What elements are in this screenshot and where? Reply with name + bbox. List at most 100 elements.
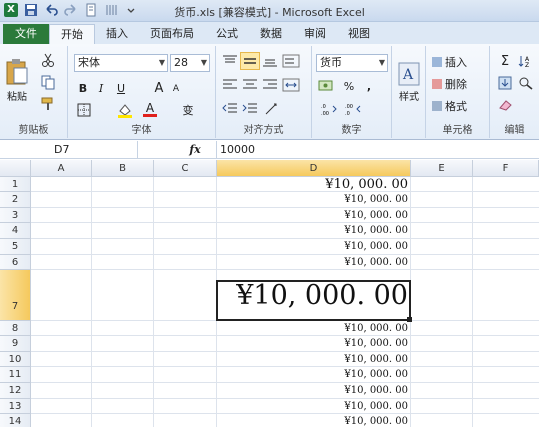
- merge-center-icon[interactable]: [282, 78, 300, 92]
- name-box[interactable]: D7: [0, 141, 138, 159]
- find-select-icon[interactable]: [518, 76, 534, 90]
- fill-color-icon[interactable]: [116, 102, 134, 118]
- row-header-10[interactable]: 10: [0, 352, 31, 367]
- number-format-select[interactable]: 货币 ▼: [316, 54, 388, 72]
- row-header-5[interactable]: 5: [0, 239, 31, 255]
- cut-icon[interactable]: [40, 52, 56, 68]
- increase-decimal-icon[interactable]: .0.00: [320, 102, 340, 116]
- format-cells-button[interactable]: 格式: [432, 98, 488, 114]
- align-right-icon[interactable]: [262, 78, 278, 92]
- tab-file[interactable]: 文件: [3, 24, 49, 44]
- row-header-2[interactable]: 2: [0, 192, 31, 208]
- formula-input[interactable]: 10000: [216, 141, 539, 159]
- underline-button[interactable]: U: [114, 80, 128, 96]
- column-header-d[interactable]: D: [217, 160, 411, 177]
- cell-d3[interactable]: ¥10, 000. 00: [217, 208, 411, 223]
- font-name-select[interactable]: 宋体 ▼: [74, 54, 168, 72]
- phonetic-button[interactable]: 变: [180, 102, 196, 118]
- clipboard-group: 粘贴 剪贴板: [0, 46, 68, 138]
- percent-button[interactable]: %: [342, 78, 356, 94]
- row-header-1[interactable]: 1: [0, 177, 31, 192]
- tab-home[interactable]: 开始: [49, 24, 95, 44]
- format-painter-icon[interactable]: [40, 96, 56, 112]
- row-header-6[interactable]: 6: [0, 255, 31, 270]
- active-cell-border: [216, 280, 411, 321]
- tab-insert[interactable]: 插入: [95, 24, 139, 44]
- copy-icon[interactable]: [40, 74, 56, 90]
- font-color-swatch: [143, 113, 157, 117]
- fill-handle[interactable]: [407, 317, 412, 322]
- clear-icon[interactable]: [498, 98, 514, 112]
- align-bottom-icon[interactable]: [262, 54, 278, 68]
- styles-button[interactable]: A 样式: [394, 52, 424, 112]
- tab-review[interactable]: 审阅: [293, 24, 337, 44]
- column-header-b[interactable]: B: [92, 160, 154, 177]
- select-all-corner[interactable]: [0, 160, 31, 177]
- row-header-3[interactable]: 3: [0, 208, 31, 223]
- cell-d9[interactable]: ¥10, 000. 00: [217, 336, 411, 352]
- row-header-14[interactable]: 14: [0, 414, 31, 427]
- fill-icon[interactable]: [498, 76, 514, 90]
- insert-cells-button[interactable]: 插入: [432, 54, 488, 70]
- italic-button[interactable]: I: [94, 80, 108, 96]
- cell-d1[interactable]: ¥10, 000. 00: [217, 177, 411, 192]
- row-header-13[interactable]: 13: [0, 399, 31, 414]
- align-middle-button[interactable]: [240, 52, 260, 70]
- decrease-decimal-icon[interactable]: .00.0: [344, 102, 364, 116]
- tab-formulas[interactable]: 公式: [205, 24, 249, 44]
- sort-filter-icon[interactable]: AZ: [518, 54, 534, 68]
- grow-font-button[interactable]: A: [152, 80, 166, 96]
- column-header-a[interactable]: A: [31, 160, 92, 177]
- column-header-e[interactable]: E: [411, 160, 473, 177]
- styles-label: 样式: [399, 91, 419, 103]
- cell-d13[interactable]: ¥10, 000. 00: [217, 399, 411, 414]
- shrink-font-button[interactable]: A: [170, 82, 182, 96]
- row-header-11[interactable]: 11: [0, 367, 31, 383]
- delete-cells-button[interactable]: 删除: [432, 76, 488, 92]
- svg-text:Z: Z: [525, 62, 529, 68]
- row-header-8[interactable]: 8: [0, 321, 31, 336]
- cell-d12[interactable]: ¥10, 000. 00: [217, 383, 411, 399]
- tab-data[interactable]: 数据: [249, 24, 293, 44]
- cell-d10[interactable]: ¥10, 000. 00: [217, 352, 411, 367]
- row-header-12[interactable]: 12: [0, 383, 31, 399]
- accounting-format-icon[interactable]: [318, 78, 334, 94]
- cell-d5[interactable]: ¥10, 000. 00: [217, 239, 411, 255]
- increase-indent-icon[interactable]: [242, 102, 258, 116]
- worksheet-grid[interactable]: A B C D E F 1 ¥10, 000. 00 2 ¥10, 000. 00 3 ¥10, 00…: [0, 160, 539, 427]
- formula-bar: D7 fx 10000: [0, 141, 539, 159]
- row-header-9[interactable]: 9: [0, 336, 31, 352]
- title-bar: X 货币.xls [兼容模式] - Microsoft Excel: [0, 0, 539, 22]
- cell-d14[interactable]: ¥10, 000. 00: [217, 414, 411, 427]
- cell-d8[interactable]: ¥10, 000. 00: [217, 321, 411, 336]
- wrap-text-icon[interactable]: [282, 54, 300, 68]
- font-size-value: 28: [174, 56, 188, 69]
- font-size-select[interactable]: 28 ▼: [170, 54, 210, 72]
- column-header-c[interactable]: C: [154, 160, 217, 177]
- tab-page-layout[interactable]: 页面布局: [139, 24, 205, 44]
- border-icon[interactable]: [76, 102, 92, 118]
- comma-button[interactable]: ,: [362, 78, 376, 94]
- insert-cells-icon: [432, 57, 442, 67]
- tab-view[interactable]: 视图: [337, 24, 381, 44]
- bold-button[interactable]: B: [76, 80, 90, 96]
- align-center-icon[interactable]: [242, 78, 258, 92]
- align-left-icon[interactable]: [222, 78, 238, 92]
- align-top-icon[interactable]: [222, 54, 238, 68]
- insert-function-button[interactable]: fx: [175, 141, 215, 159]
- orientation-icon[interactable]: [264, 102, 282, 116]
- svg-text:.00: .00: [345, 104, 353, 110]
- autosum-button[interactable]: Σ: [498, 52, 512, 70]
- font-color-letter: A: [145, 100, 155, 115]
- row-header-7[interactable]: 7: [0, 270, 31, 321]
- cell-d4[interactable]: ¥10, 000. 00: [217, 223, 411, 239]
- paste-button[interactable]: 粘贴: [2, 50, 32, 110]
- decrease-indent-icon[interactable]: [222, 102, 238, 116]
- cell-d6[interactable]: ¥10, 000. 00: [217, 255, 411, 270]
- clipboard-group-label: 剪贴板: [18, 125, 49, 136]
- cell-d2[interactable]: ¥10, 000. 00: [217, 192, 411, 208]
- row-header-4[interactable]: 4: [0, 223, 31, 239]
- font-color-button[interactable]: A: [142, 100, 158, 118]
- column-header-f[interactable]: F: [473, 160, 539, 177]
- cell-d11[interactable]: ¥10, 000. 00: [217, 367, 411, 383]
